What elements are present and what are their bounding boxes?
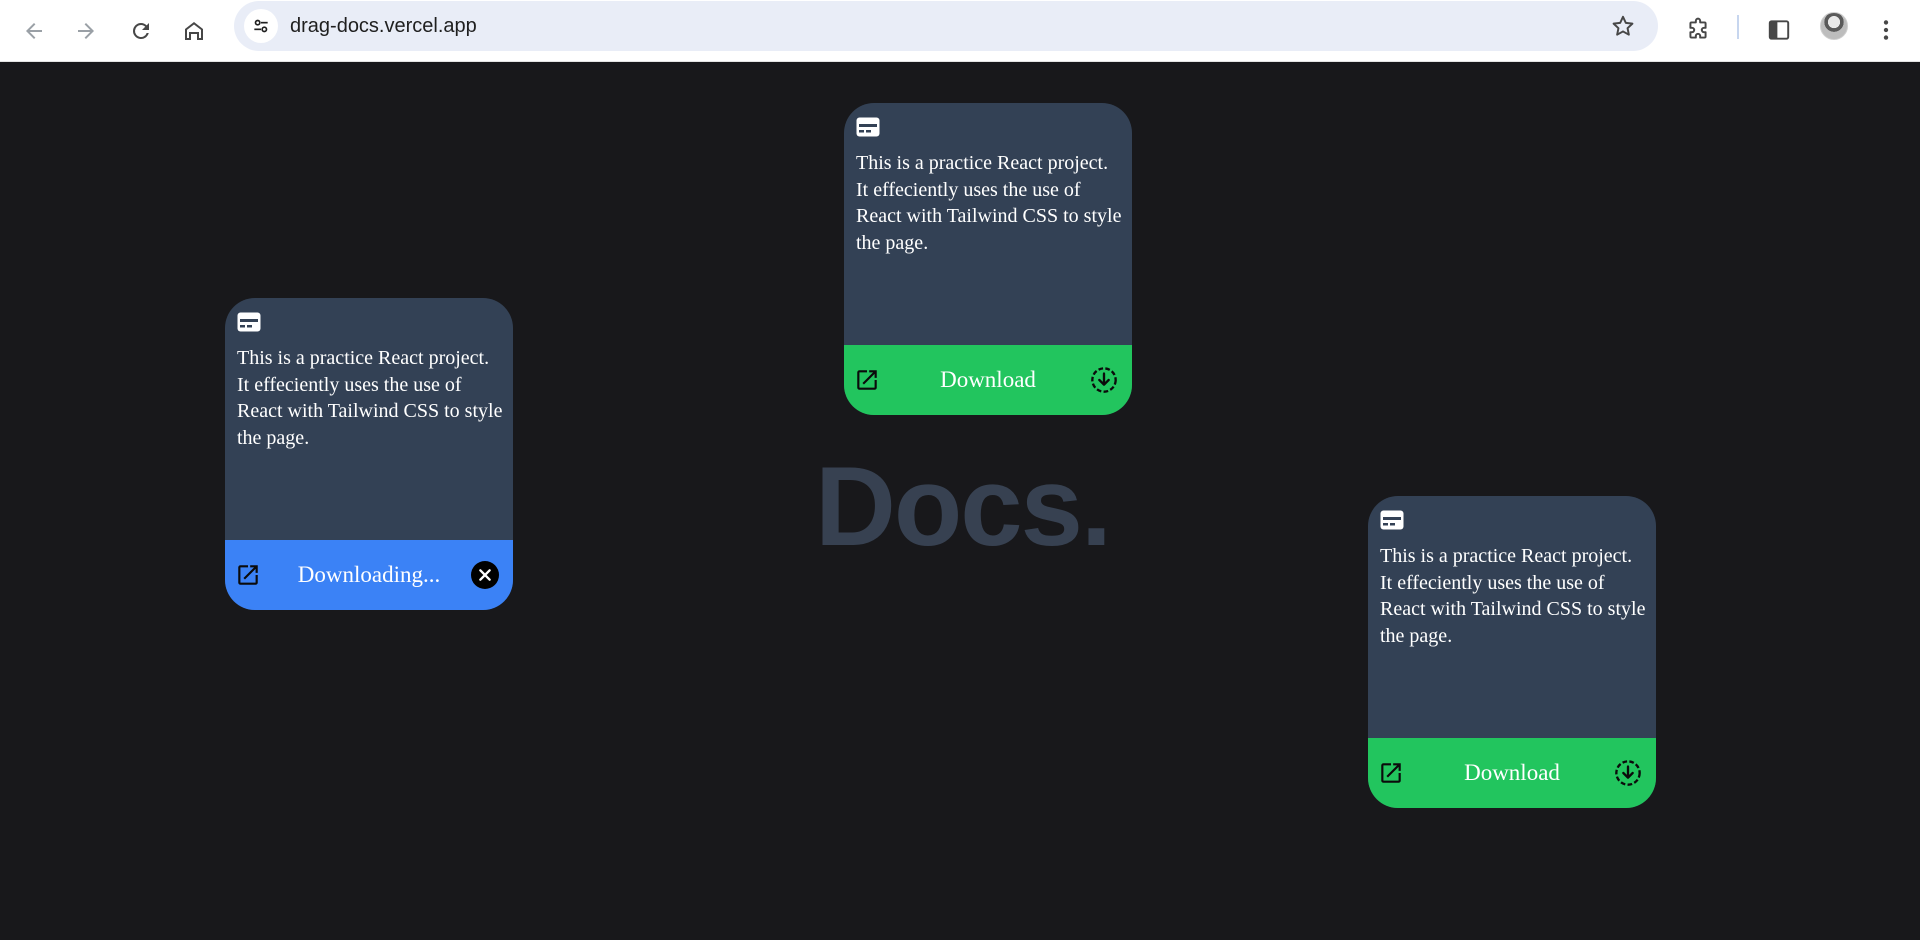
- side-panel-icon: [1768, 20, 1790, 40]
- back-button[interactable]: [12, 9, 56, 53]
- downloading-label: Downloading...: [297, 562, 441, 587]
- arrow-left-icon: [26, 23, 42, 39]
- puzzle-icon: [1689, 17, 1707, 39]
- page-background: Docs. This is a practice React project. …: [0, 62, 1920, 940]
- tune-icon: [254, 19, 268, 33]
- doc-card[interactable]: This is a practice React project. It eff…: [225, 298, 513, 610]
- reload-button[interactable]: [119, 9, 163, 53]
- close-circle-icon[interactable]: [471, 561, 499, 589]
- reload-icon: [133, 22, 149, 39]
- more-vert-icon: [1883, 20, 1889, 40]
- forward-button[interactable]: [64, 9, 108, 53]
- address-bar[interactable]: drag-docs.vercel.app: [234, 1, 1658, 51]
- bookmark-star-icon[interactable]: [1610, 13, 1636, 39]
- profile-avatar[interactable]: [1820, 12, 1848, 40]
- page-title: Docs.: [815, 444, 1112, 569]
- home-icon: [185, 22, 203, 40]
- card-footer[interactable]: Download: [844, 345, 1132, 415]
- card-description: This is a practice React project. It eff…: [237, 347, 503, 449]
- site-info-button[interactable]: [244, 9, 278, 43]
- card-footer[interactable]: Downloading...: [225, 540, 513, 610]
- document-icon: [856, 117, 880, 137]
- home-button[interactable]: [172, 9, 216, 53]
- card-description: This is a practice React project. It eff…: [856, 152, 1122, 254]
- card-description: This is a practice React project. It eff…: [1380, 545, 1646, 647]
- browser-toolbar: drag-docs.vercel.app: [0, 0, 1920, 62]
- document-icon: [1380, 510, 1404, 530]
- extensions-button[interactable]: [1678, 10, 1718, 50]
- download-button[interactable]: Download: [1368, 738, 1656, 808]
- arrow-right-icon: [78, 23, 94, 39]
- doc-card[interactable]: This is a practice React project. It eff…: [844, 103, 1132, 415]
- side-panel-button[interactable]: [1759, 10, 1799, 50]
- doc-card[interactable]: This is a practice React project. It eff…: [1368, 496, 1656, 808]
- chrome-menu-button[interactable]: [1866, 10, 1906, 50]
- toolbar-divider: [1737, 15, 1739, 39]
- document-icon: [237, 312, 261, 332]
- download-button[interactable]: Download: [844, 345, 1132, 415]
- download-circle-icon[interactable]: [1090, 366, 1118, 394]
- download-circle-icon[interactable]: [1614, 759, 1642, 787]
- card-footer[interactable]: Download: [1368, 738, 1656, 808]
- url-text[interactable]: drag-docs.vercel.app: [290, 15, 477, 37]
